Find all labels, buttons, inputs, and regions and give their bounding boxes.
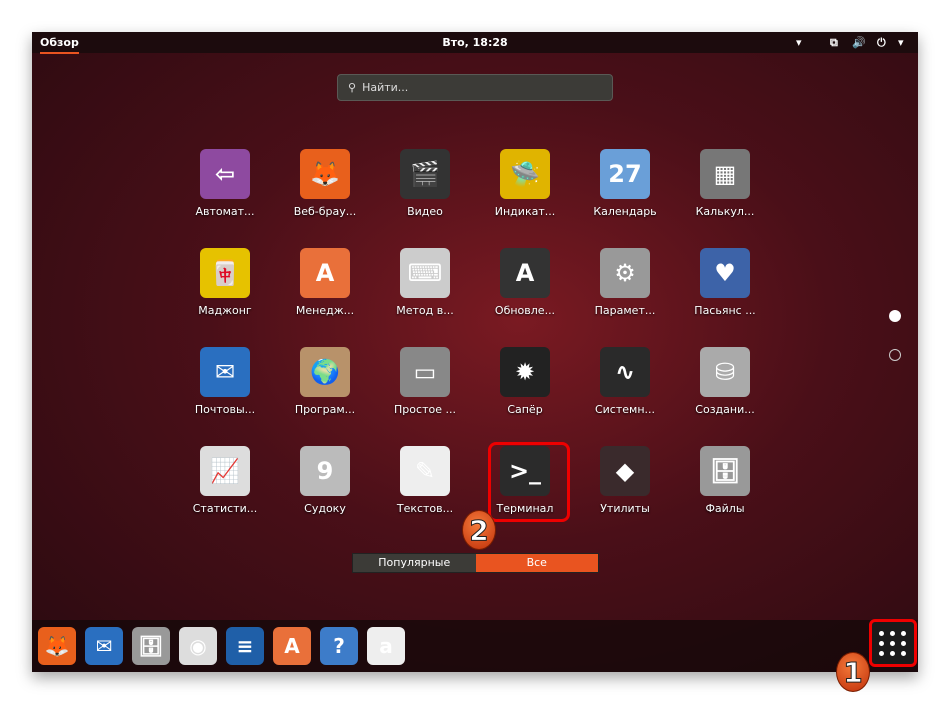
- app-icon: 🀄: [200, 248, 250, 298]
- dock-firefox-icon[interactable]: 🦊: [38, 627, 76, 665]
- step-badge-2: 2: [462, 510, 496, 550]
- app-12[interactable]: ✉ Почтовы...: [177, 343, 273, 433]
- dock-thunderbird-icon[interactable]: ✉: [85, 627, 123, 665]
- app-0[interactable]: ⇦ Автомат...: [177, 145, 273, 235]
- app-22[interactable]: ◆ Утилиты: [577, 442, 673, 532]
- chevron-down-icon[interactable]: ▾: [796, 36, 802, 49]
- dock-rhythmbox-icon[interactable]: ◉: [179, 627, 217, 665]
- view-switcher: Популярные Все: [352, 553, 599, 573]
- app-label: Простое ...: [394, 403, 456, 416]
- app-icon: ✹: [500, 347, 550, 397]
- app-icon: 9: [300, 446, 350, 496]
- app-icon: 🛸: [500, 149, 550, 199]
- page-indicator-1[interactable]: [889, 310, 901, 322]
- app-icon: ⚙: [600, 248, 650, 298]
- app-icon: A: [500, 248, 550, 298]
- app-label: Текстов...: [396, 502, 454, 515]
- terminal-highlight: [488, 442, 570, 522]
- app-1[interactable]: 🦊 Веб-брау...: [277, 145, 373, 235]
- app-icon: 📈: [200, 446, 250, 496]
- app-10[interactable]: ⚙ Парамет...: [577, 244, 673, 334]
- app-icon: ◆: [600, 446, 650, 496]
- dock: 🦊 ✉ 🗄 ◉ ≡ A? a: [32, 620, 918, 672]
- app-icon: ⇦: [200, 149, 250, 199]
- app-8[interactable]: ⌨ Метод в...: [377, 244, 473, 334]
- app-label: Создани...: [695, 403, 755, 416]
- dock-software-icon[interactable]: A: [273, 627, 311, 665]
- dock-libreoffice-writer-icon[interactable]: ≡: [226, 627, 264, 665]
- dock-help-icon[interactable]: ?: [320, 627, 358, 665]
- app-23[interactable]: 🗄 Файлы: [677, 442, 773, 532]
- app-icon: ✉: [200, 347, 250, 397]
- app-icon: 🗄: [700, 446, 750, 496]
- app-label: Менедж...: [295, 304, 355, 317]
- step-badge-1: 1: [836, 652, 870, 692]
- power-icon[interactable]: ⏻: [877, 36, 886, 50]
- desktop-overview: Обзор Вто, 18:28 ▾ ⧉ 🔊 ⏻ ▾ ⚲ Найти... ⇦ Ав…: [32, 32, 918, 672]
- app-label: Маджонг: [198, 304, 252, 317]
- app-label: Утилиты: [600, 502, 650, 515]
- tab-popular[interactable]: Популярные: [353, 554, 476, 572]
- top-bar: Обзор Вто, 18:28 ▾ ⧉ 🔊 ⏻ ▾: [32, 32, 918, 54]
- app-icon: A: [300, 248, 350, 298]
- app-5[interactable]: ▦ Калькул...: [677, 145, 773, 235]
- app-18[interactable]: 📈 Статисти...: [177, 442, 273, 532]
- app-label: Индикат...: [494, 205, 556, 218]
- clock[interactable]: Вто, 18:28: [32, 36, 918, 49]
- app-7[interactable]: A Менедж...: [277, 244, 373, 334]
- app-label: Судоку: [304, 502, 346, 515]
- app-label: Обновле...: [494, 304, 556, 317]
- app-label: Програм...: [294, 403, 356, 416]
- app-label: Калькул...: [695, 205, 755, 218]
- app-label: Веб-брау...: [293, 205, 357, 218]
- app-icon: 🌍: [300, 347, 350, 397]
- app-20[interactable]: ✎ Текстов...: [377, 442, 473, 532]
- app-label: Календарь: [593, 205, 657, 218]
- tab-all[interactable]: Все: [475, 554, 598, 572]
- app-14[interactable]: ▭ Простое ...: [377, 343, 473, 433]
- app-label: Пасьянс ...: [694, 304, 756, 317]
- app-label: Автомат...: [195, 205, 255, 218]
- app-icon: ♥: [700, 248, 750, 298]
- dock-files-icon[interactable]: 🗄: [132, 627, 170, 665]
- show-applications-button[interactable]: [869, 619, 917, 667]
- app-label: Почтовы...: [194, 403, 256, 416]
- page-indicator-2[interactable]: [889, 349, 901, 361]
- dock-amazon-icon[interactable]: a: [367, 627, 405, 665]
- app-19[interactable]: 9 Судоку: [277, 442, 373, 532]
- app-11[interactable]: ♥ Пасьянс ...: [677, 244, 773, 334]
- app-label: Системн...: [594, 403, 656, 416]
- app-17[interactable]: ⛁ Создани...: [677, 343, 773, 433]
- app-4[interactable]: 27 Календарь: [577, 145, 673, 235]
- app-15[interactable]: ✹ Сапёр: [477, 343, 573, 433]
- app-icon: ▦: [700, 149, 750, 199]
- app-icon: ⛁: [700, 347, 750, 397]
- app-6[interactable]: 🀄 Маджонг: [177, 244, 273, 334]
- app-label: Парамет...: [594, 304, 656, 317]
- search-input[interactable]: ⚲ Найти...: [337, 74, 613, 101]
- app-3[interactable]: 🛸 Индикат...: [477, 145, 573, 235]
- app-label: Сапёр: [507, 403, 543, 416]
- app-icon: ▭: [400, 347, 450, 397]
- app-icon: 27: [600, 149, 650, 199]
- app-label: Метод в...: [396, 304, 454, 317]
- app-label: Файлы: [705, 502, 745, 515]
- app-9[interactable]: A Обновле...: [477, 244, 573, 334]
- chevron-down-icon[interactable]: ▾: [898, 36, 904, 49]
- search-icon: ⚲: [348, 81, 357, 94]
- app-2[interactable]: 🎬 Видео: [377, 145, 473, 235]
- app-icon: 🦊: [300, 149, 350, 199]
- app-13[interactable]: 🌍 Програм...: [277, 343, 373, 433]
- network-icon[interactable]: ⧉: [830, 36, 838, 50]
- app-icon: ⌨: [400, 248, 450, 298]
- app-label: Видео: [407, 205, 443, 218]
- app-icon: ✎: [400, 446, 450, 496]
- app-icon: 🎬: [400, 149, 450, 199]
- volume-icon[interactable]: 🔊: [852, 36, 866, 49]
- app-label: Статисти...: [192, 502, 258, 515]
- app-16[interactable]: ∿ Системн...: [577, 343, 673, 433]
- app-icon: ∿: [600, 347, 650, 397]
